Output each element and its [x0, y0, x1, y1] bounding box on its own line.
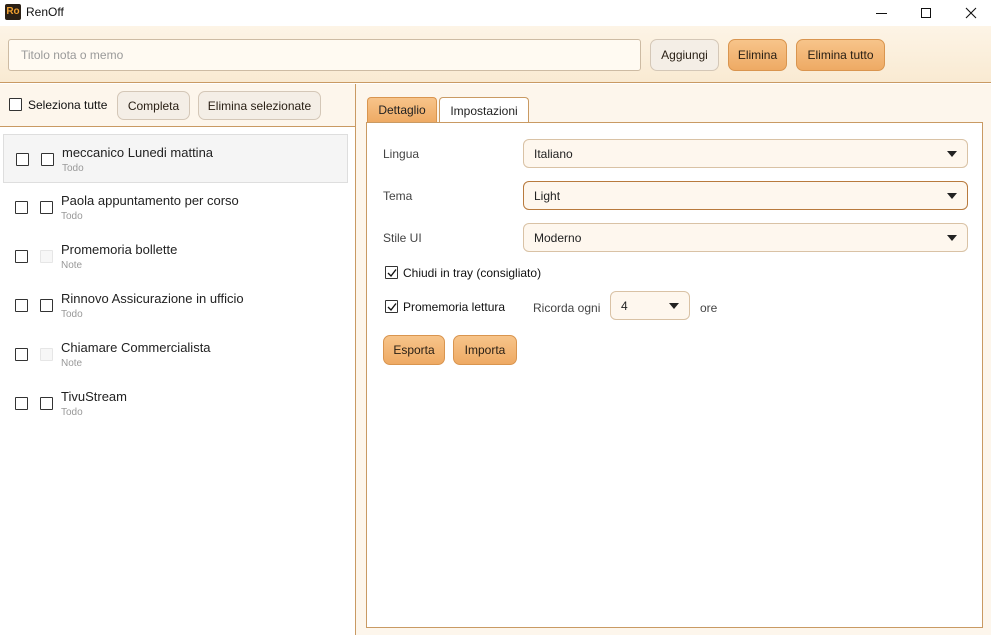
notes-panel: Seleziona tutte Completa Elimina selezio… — [0, 84, 356, 635]
tray-checkbox[interactable] — [385, 266, 398, 279]
list-item[interactable]: meccanico Lunedi mattina Todo — [3, 134, 348, 183]
close-icon — [965, 7, 977, 19]
item-done-checkbox[interactable] — [41, 153, 54, 166]
item-select-checkbox[interactable] — [15, 299, 28, 312]
item-title: Paola appuntamento per corso — [61, 193, 239, 208]
theme-value: Light — [534, 188, 561, 203]
top-toolbar: Aggiungi Elimina Elimina tutto — [0, 26, 991, 83]
minimize-icon — [875, 12, 887, 14]
checkmark-icon — [387, 269, 397, 278]
title-bar: Ro RenOff — [0, 0, 991, 26]
item-done-checkbox — [40, 250, 53, 263]
note-title-input[interactable] — [8, 39, 641, 71]
import-button[interactable]: Importa — [453, 335, 517, 365]
window-title: RenOff — [26, 5, 64, 19]
item-done-checkbox — [40, 348, 53, 361]
item-title: Rinnovo Assicurazione in ufficio — [61, 291, 244, 306]
item-type: Todo — [62, 163, 84, 174]
list-item[interactable]: TivuStream Todo — [3, 379, 348, 428]
list-toolbar: Seleziona tutte Completa Elimina selezio… — [0, 84, 355, 127]
item-select-checkbox[interactable] — [15, 250, 28, 263]
tab-settings[interactable]: Impostazioni — [439, 97, 529, 123]
remind-hours-value: 4 — [621, 298, 628, 313]
language-value: Italiano — [534, 146, 573, 161]
settings-content: Lingua Italiano Tema Light Stile UI Mode… — [366, 122, 983, 628]
list-item[interactable]: Chiamare Commercialista Note — [3, 330, 348, 379]
ui-style-select[interactable]: Moderno — [523, 223, 968, 252]
hours-unit-label: ore — [700, 301, 718, 315]
theme-label: Tema — [383, 189, 413, 203]
app-logo-icon: Ro — [5, 4, 21, 20]
checkmark-icon — [387, 303, 397, 312]
chevron-down-icon — [947, 193, 957, 199]
add-button[interactable]: Aggiungi — [650, 39, 719, 71]
delete-button[interactable]: Elimina — [728, 39, 787, 71]
ui-style-value: Moderno — [534, 230, 582, 245]
item-select-checkbox[interactable] — [16, 153, 29, 166]
item-select-checkbox[interactable] — [15, 201, 28, 214]
item-type: Todo — [61, 309, 83, 320]
item-type: Note — [61, 260, 83, 271]
delete-all-button[interactable]: Elimina tutto — [796, 39, 885, 71]
item-type: Todo — [61, 407, 83, 418]
item-done-checkbox[interactable] — [40, 397, 53, 410]
item-type: Note — [61, 358, 83, 369]
list-item[interactable]: Rinnovo Assicurazione in ufficio Todo — [3, 281, 348, 330]
tab-detail[interactable]: Dettaglio — [367, 97, 437, 122]
language-label: Lingua — [383, 147, 420, 161]
chevron-down-icon — [947, 151, 957, 157]
item-title: TivuStream — [61, 389, 127, 404]
tray-label[interactable]: Chiudi in tray (consigliato) — [403, 266, 541, 280]
chevron-down-icon — [669, 303, 679, 309]
item-title: meccanico Lunedi mattina — [62, 145, 214, 160]
maximize-button[interactable] — [903, 0, 949, 26]
select-all-label[interactable]: Seleziona tutte — [28, 98, 107, 112]
ui-style-label: Stile UI — [383, 231, 422, 245]
remind-hours-select[interactable]: 4 — [610, 291, 690, 320]
maximize-icon — [921, 8, 931, 18]
delete-selected-button[interactable]: Elimina selezionate — [198, 91, 321, 120]
close-button[interactable] — [948, 0, 991, 26]
language-select[interactable]: Italiano — [523, 139, 968, 168]
complete-button[interactable]: Completa — [117, 91, 190, 120]
item-title: Promemoria bollette — [61, 242, 178, 257]
remind-every-label: Ricorda ogni — [533, 301, 601, 315]
item-done-checkbox[interactable] — [40, 299, 53, 312]
chevron-down-icon — [947, 235, 957, 241]
item-select-checkbox[interactable] — [15, 397, 28, 410]
export-button[interactable]: Esporta — [383, 335, 445, 365]
list-item[interactable]: Promemoria bollette Note — [3, 232, 348, 281]
minimize-button[interactable] — [858, 0, 904, 26]
item-type: Todo — [61, 211, 83, 222]
list-item[interactable]: Paola appuntamento per corso Todo — [3, 183, 348, 232]
item-done-checkbox[interactable] — [40, 201, 53, 214]
reminder-checkbox[interactable] — [385, 300, 398, 313]
detail-panel: Dettaglio Impostazioni Lingua Italiano T… — [356, 84, 991, 635]
select-all-checkbox[interactable] — [9, 98, 22, 111]
reminder-label[interactable]: Promemoria lettura — [403, 300, 505, 314]
theme-select[interactable]: Light — [523, 181, 968, 210]
item-title: Chiamare Commercialista — [61, 340, 211, 355]
item-select-checkbox[interactable] — [15, 348, 28, 361]
